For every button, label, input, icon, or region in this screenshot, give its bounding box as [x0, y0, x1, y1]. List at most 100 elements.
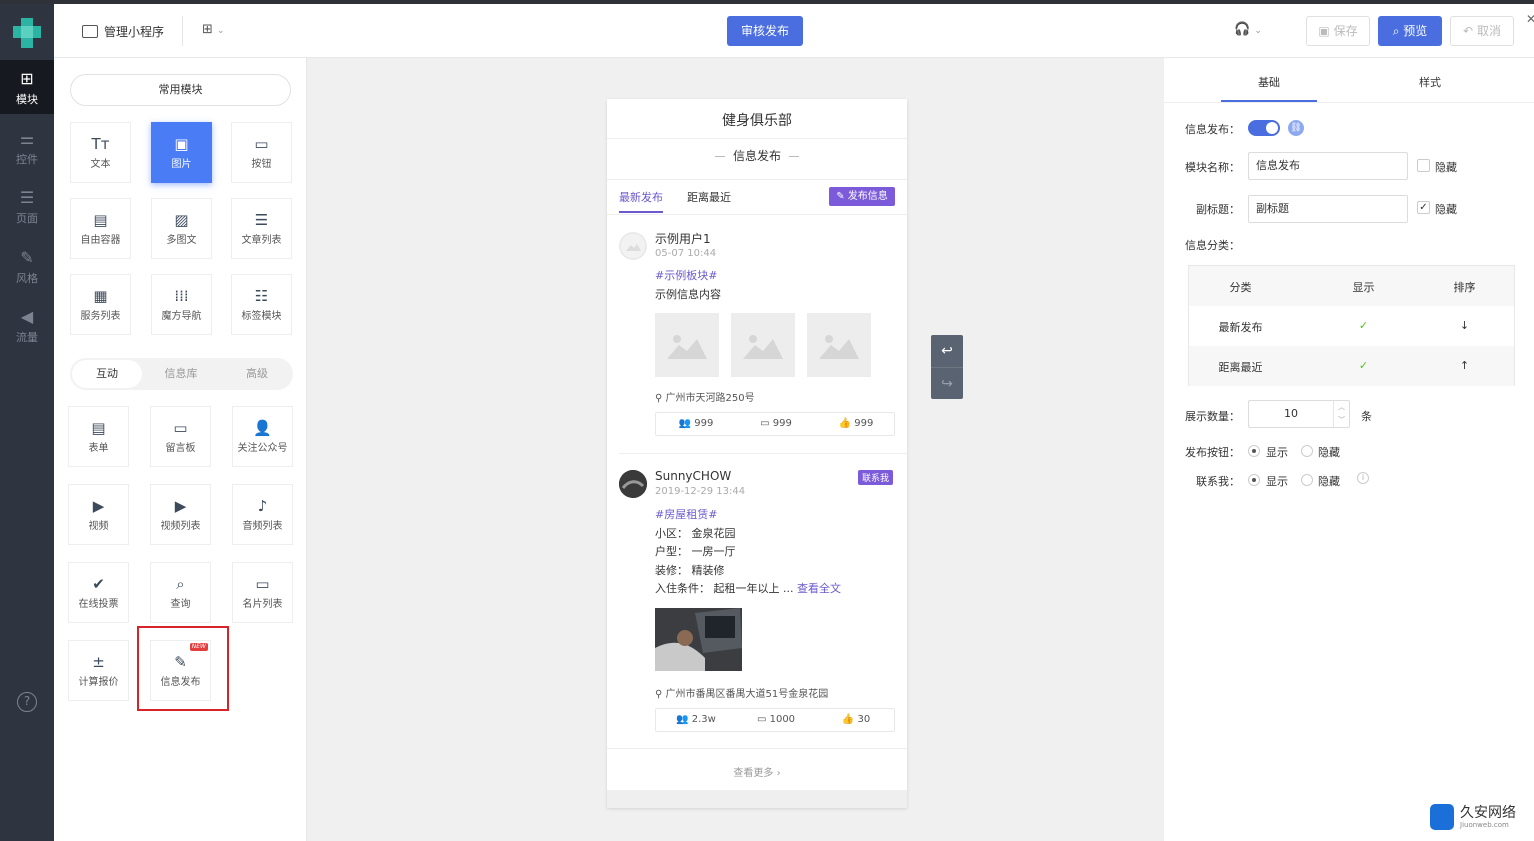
post-tag[interactable]: #房屋租赁# — [655, 506, 717, 522]
info-publish-toggle[interactable] — [1248, 120, 1280, 136]
check-icon[interactable]: ✓ — [1312, 359, 1415, 372]
nav-pages[interactable]: ☰ 页面 — [0, 179, 54, 233]
module-video[interactable]: ▶ 视频 — [68, 484, 129, 545]
module-category-tabs: 互动 信息库 高级 — [70, 358, 293, 390]
tab-basic[interactable]: 基础 — [1258, 74, 1280, 90]
module-calc-quote[interactable]: ± 计算报价 — [68, 640, 129, 701]
highlight-box — [137, 626, 229, 711]
hide-label: 隐藏 — [1435, 161, 1457, 174]
support-dropdown[interactable]: 🎧 ⌄ — [1234, 22, 1262, 37]
message-icon: ▭ — [173, 419, 188, 437]
nav-controls[interactable]: ⚌ 控件 — [0, 120, 54, 174]
module-text[interactable]: Tт 文本 — [70, 122, 131, 183]
close-icon[interactable]: ✕ — [1526, 12, 1534, 26]
stepper-arrows-icon[interactable]: ︿ ﹀ — [1333, 401, 1349, 427]
image-placeholder — [655, 313, 719, 377]
module-name-input[interactable]: 信息发布 — [1248, 152, 1408, 180]
contact-me-badge[interactable]: 联系我 — [858, 470, 894, 485]
apps-grid-dropdown[interactable]: ⊞ ⌄ — [202, 22, 225, 37]
phone-footer — [607, 790, 907, 808]
undo-icon: ↶ — [1463, 24, 1474, 38]
view-more-link[interactable]: 查看更多 › — [607, 764, 907, 779]
module-form[interactable]: ▤ 表单 — [68, 406, 129, 467]
cancel-button[interactable]: ↶ 取消 — [1450, 16, 1514, 46]
publish-show-radio[interactable] — [1248, 445, 1260, 457]
module-audio-list[interactable]: ♪ 音频列表 — [232, 484, 293, 545]
tab-advanced[interactable]: 高级 — [222, 358, 292, 390]
post-content-line: 入住条件： 起租一年以上 ... 查看全文 — [655, 582, 841, 595]
common-modules-header: 常用模块 — [70, 74, 291, 106]
check-icon[interactable]: ✓ — [1312, 319, 1415, 332]
service-list-icon: ▦ — [93, 287, 108, 305]
post-tag[interactable]: #示例板块# — [655, 267, 717, 283]
table-row: 最新发布 ✓ ↓ — [1189, 306, 1514, 346]
post-location: ⚲ 广州市天河路250号 — [655, 393, 755, 404]
post-content-line: 户型： 一房一厅 — [655, 545, 736, 558]
manage-miniapp-link[interactable]: 管理小程序 — [82, 23, 164, 40]
module-image[interactable]: ▣ 图片 — [151, 122, 212, 183]
tab-interactive[interactable]: 互动 — [72, 360, 142, 388]
tab-info-library[interactable]: 信息库 — [146, 358, 216, 390]
redo-icon[interactable]: ↪ — [931, 367, 963, 399]
chart-icon — [82, 25, 98, 38]
sort-down-icon[interactable]: ↓ — [1413, 319, 1516, 332]
module-free-container[interactable]: ▤ 自由容器 — [70, 198, 131, 259]
module-follow-account[interactable]: 👤 关注公众号 — [232, 406, 293, 467]
undo-icon[interactable]: ↩ — [931, 335, 963, 367]
module-message-board[interactable]: ▭ 留言板 — [150, 406, 211, 467]
tab-nearest[interactable]: 距离最近 — [687, 189, 731, 205]
tab-style[interactable]: 样式 — [1419, 74, 1441, 90]
card-icon: ▭ — [255, 575, 270, 593]
logo-icon — [11, 16, 43, 50]
nav-style[interactable]: ✎ 风格 — [0, 239, 54, 293]
divider — [182, 16, 183, 46]
module-name-hide-checkbox[interactable] — [1417, 159, 1430, 172]
avatar — [619, 232, 647, 260]
divider — [1164, 102, 1534, 103]
nav-traffic[interactable]: ◀ 流量 — [0, 298, 54, 352]
contact-hide-radio[interactable] — [1301, 474, 1313, 486]
chevron-down-icon: ⌄ — [1254, 26, 1262, 36]
module-button[interactable]: ▭ 按钮 — [231, 122, 292, 183]
help-icon[interactable]: ? — [17, 692, 37, 712]
category-table: 分类 显示 排序 最新发布 ✓ ↓ 距离最近 ✓ ↑ — [1188, 265, 1515, 386]
likes-stat[interactable]: 👍 999 — [816, 418, 896, 429]
info-icon[interactable]: i — [1357, 472, 1369, 484]
link-icon[interactable]: ⛓ — [1288, 120, 1304, 136]
module-video-list[interactable]: ▶ 视频列表 — [150, 484, 211, 545]
module-tag[interactable]: ☷ 标签模块 — [231, 274, 292, 335]
tab-latest[interactable]: 最新发布 — [619, 189, 663, 213]
count-stepper[interactable]: 10 ︿ ﹀ — [1248, 400, 1350, 428]
calculator-icon: ± — [92, 653, 105, 671]
module-article-list[interactable]: ☰ 文章列表 — [231, 198, 292, 259]
read-more-link[interactable]: 查看全文 — [797, 582, 841, 595]
module-multi-image-text[interactable]: ▨ 多图文 — [151, 198, 212, 259]
contact-show-radio[interactable] — [1248, 474, 1260, 486]
preview-button[interactable]: ⌕ 预览 — [1378, 16, 1442, 46]
module-online-vote[interactable]: ✔ 在线投票 — [68, 562, 129, 623]
user-add-icon: 👤 — [253, 419, 272, 437]
form-icon: ▤ — [91, 419, 106, 437]
active-tab-indicator — [1221, 100, 1317, 102]
module-magic-nav[interactable]: ⁞⁞⁞ 魔方导航 — [151, 274, 212, 335]
subtitle-input[interactable]: 副标题 — [1248, 195, 1408, 223]
comments-stat[interactable]: ▭ 999 — [736, 418, 816, 429]
module-card-list[interactable]: ▭ 名片列表 — [232, 562, 293, 623]
likes-stat[interactable]: 👍 30 — [816, 714, 896, 725]
gallery-icon: ▨ — [174, 211, 189, 229]
editor-canvas: 健身俱乐部 信息发布 最新发布 距离最近 ✎ 发布信息 示例用户1 05-07 … — [307, 58, 1164, 841]
module-query[interactable]: ⌕ 查询 — [150, 562, 211, 623]
review-publish-button[interactable]: 审核发布 — [727, 16, 803, 46]
publish-hide-radio[interactable] — [1301, 445, 1313, 457]
sort-up-icon[interactable]: ↑ — [1413, 359, 1516, 372]
subtitle-hide-checkbox[interactable]: ✓ — [1417, 201, 1430, 214]
publish-info-button[interactable]: ✎ 发布信息 — [829, 187, 895, 206]
save-button[interactable]: ▣ 保存 — [1306, 16, 1370, 46]
nav-modules[interactable]: ⊞ 模块 — [0, 60, 54, 114]
comments-stat[interactable]: ▭ 1000 — [736, 714, 816, 725]
module-service-list[interactable]: ▦ 服务列表 — [70, 274, 131, 335]
music-icon: ♪ — [257, 497, 268, 515]
watermark-logo: 久安网络 Jiuonweb.com — [1430, 802, 1530, 832]
post-user-name: SunnyCHOW — [655, 469, 732, 483]
location-pin-icon: ⚲ — [655, 393, 663, 404]
